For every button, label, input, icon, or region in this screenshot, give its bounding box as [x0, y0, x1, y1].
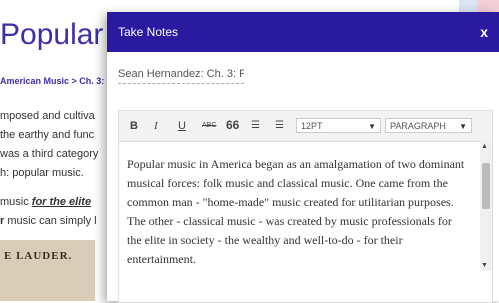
modal-header: Take Notes x [107, 12, 499, 52]
body-text-line: r music can simply l [0, 215, 97, 227]
font-size-value: 12PT [301, 121, 323, 131]
bullet-list-icon[interactable]: ☰ [275, 120, 284, 131]
body-text-line: was a third category [0, 148, 99, 160]
text-fragment: music can simply l [4, 215, 97, 227]
chevron-down-icon: ▼ [368, 122, 376, 131]
ordered-list-icon[interactable]: ☰ [251, 120, 260, 131]
font-size-select[interactable]: 12PT ▼ [296, 118, 381, 133]
body-text-line: mposed and cultiva [0, 110, 95, 122]
blockquote-button[interactable]: 66 [226, 118, 239, 132]
editor-scrollbar[interactable]: ▲ ▼ [480, 141, 492, 271]
body-text-line: the earthy and func [0, 129, 95, 141]
breadcrumb[interactable]: American Music > Ch. 3: Po [0, 76, 118, 86]
underline-button[interactable]: U [178, 120, 186, 132]
page-title: Popular [0, 18, 104, 51]
scroll-up-icon[interactable]: ▲ [481, 143, 488, 150]
rich-text-editor: B I U ABC 66 ☰ ☰ 12PT ▼ PARAGRAPH ▼ Popu… [118, 110, 493, 303]
body-text-line: music for the elite [0, 196, 91, 208]
note-body-text[interactable]: Popular music in America began as an ama… [127, 155, 469, 269]
note-title-input[interactable]: Sean Hernandez: Ch. 3: P [118, 68, 244, 84]
text-fragment: music [0, 196, 32, 208]
scroll-down-icon[interactable]: ▼ [481, 262, 488, 269]
editor-toolbar: B I U ABC 66 ☰ ☰ 12PT ▼ PARAGRAPH ▼ [119, 111, 492, 142]
italic-button[interactable]: I [154, 120, 158, 132]
block-format-value: PARAGRAPH [390, 121, 446, 131]
emphasis-text: for the elite [31, 196, 92, 208]
strikethrough-button[interactable]: ABC [202, 122, 216, 129]
close-button[interactable]: x [480, 24, 488, 40]
body-text-line: h: popular music. [0, 167, 84, 179]
modal-title: Take Notes [118, 25, 179, 39]
chevron-down-icon: ▼ [459, 122, 467, 131]
illustration-image: E LAUDER. [0, 240, 95, 301]
image-caption: E LAUDER. [4, 250, 73, 262]
scroll-thumb[interactable] [482, 163, 490, 209]
block-format-select[interactable]: PARAGRAPH ▼ [385, 118, 472, 133]
take-notes-modal: Take Notes x Sean Hernandez: Ch. 3: P B … [107, 12, 499, 303]
bold-button[interactable]: B [130, 120, 138, 132]
